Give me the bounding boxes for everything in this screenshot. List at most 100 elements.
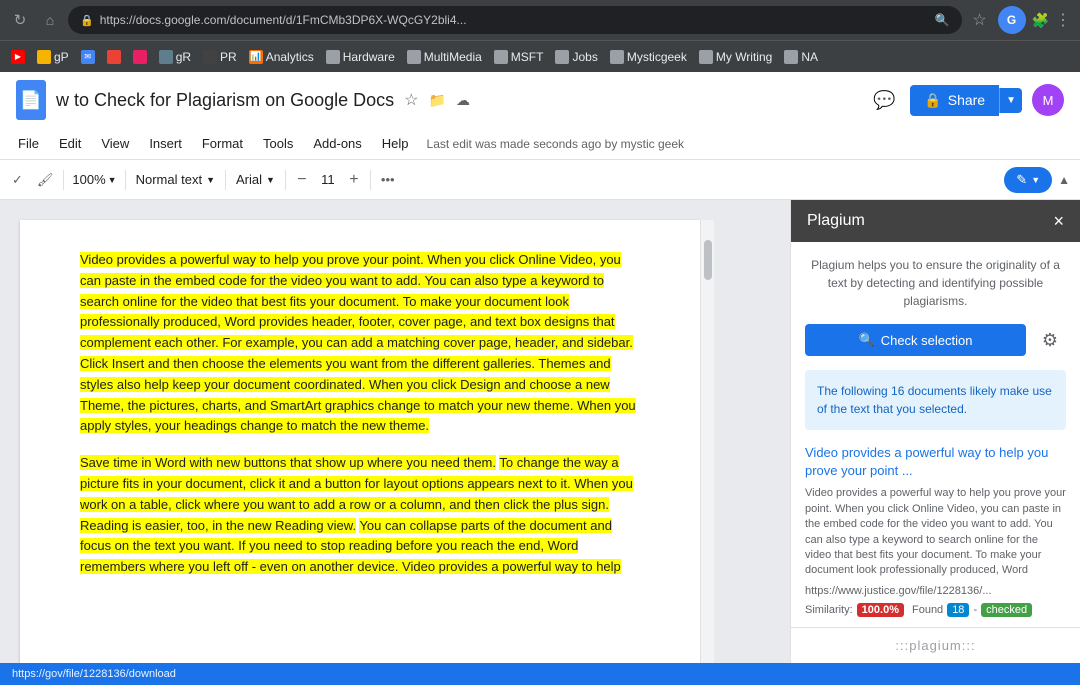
address-url[interactable]: https://docs.google.com/document/d/1FmCM… — [100, 13, 929, 27]
menu-item-format[interactable]: Format — [192, 132, 253, 155]
toolbar-divider-3 — [225, 170, 226, 190]
highlight-text-1: Video provides a powerful way to help yo… — [80, 252, 636, 433]
menu-item-file[interactable]: File — [8, 132, 49, 155]
edit-chevron: ▼ — [1031, 175, 1040, 185]
analytics-label: Analytics — [266, 50, 314, 64]
paint-format-btn[interactable]: 🖌 — [31, 168, 60, 192]
more-options-btn[interactable]: ••• — [375, 168, 401, 191]
bookmark-jobs[interactable]: Jobs — [550, 47, 602, 67]
zoom-selector[interactable]: 100% ▼ — [68, 169, 120, 190]
toolbar-divider-1 — [63, 170, 64, 190]
zoom-chevron: ▼ — [108, 175, 117, 185]
browser-home-btn[interactable]: ⌂ — [38, 8, 62, 32]
spell-check-btn[interactable]: ✓ — [6, 168, 29, 192]
cloud-icon[interactable]: ☁ — [456, 92, 470, 109]
checked-badge: checked — [981, 603, 1032, 617]
page: Video provides a powerful way to help yo… — [20, 220, 700, 663]
scroll-thumb[interactable] — [704, 240, 712, 280]
star-icon[interactable]: ☆ — [404, 90, 418, 110]
address-bar[interactable]: 🔒 https://docs.google.com/document/d/1Fm… — [68, 6, 962, 34]
footer-bar: https://gov/file/1228136/download — [0, 663, 1080, 685]
toolbar-divider-4 — [285, 170, 286, 190]
style-value: Normal text — [136, 172, 202, 187]
check-btn-row: 🔍 Check selection ⚙ — [805, 324, 1066, 356]
bookmark-gp-label: gP — [54, 50, 69, 64]
style-selector[interactable]: Normal text ▼ — [130, 169, 221, 190]
bookmark-msft[interactable]: MSFT — [489, 47, 549, 67]
font-size-increase-btn[interactable]: + — [342, 168, 366, 192]
move-icon[interactable]: 📁 — [429, 92, 446, 109]
panel-body: Plagium helps you to ensure the original… — [791, 242, 1080, 627]
more-btn[interactable]: ⋮ — [1055, 10, 1072, 30]
found-badge: 18 — [947, 603, 969, 617]
share-button[interactable]: 🔒 Share — [910, 85, 999, 116]
lock-icon-share: 🔒 — [924, 92, 941, 109]
doc-header: 📄 w to Check for Plagiarism on Google Do… — [0, 72, 1080, 128]
toolbar-divider-2 — [125, 170, 126, 190]
check-selection-btn[interactable]: 🔍 Check selection — [805, 324, 1026, 356]
text-cursor: remembers where you left off - even on a… — [80, 559, 621, 574]
bookmark-hardware[interactable]: Hardware — [321, 47, 400, 67]
similarity-badge: 100.0% — [857, 603, 904, 617]
profile-avatar[interactable]: G — [998, 6, 1026, 34]
paragraph-2: Save time in Word with new buttons that … — [80, 453, 640, 578]
bookmark-star-btn[interactable]: ☆ — [968, 8, 992, 32]
docs-logo: 📄 — [16, 80, 46, 120]
browser-chrome: ↻ ⌂ 🔒 https://docs.google.com/document/d… — [0, 0, 1080, 40]
result-stats: Similarity: 100.0% Found 18 - checked — [805, 603, 1066, 617]
bookmark-gp[interactable]: gP — [32, 47, 74, 67]
result-item: Video provides a powerful way to help yo… — [805, 444, 1066, 617]
search-icon: 🔍 — [935, 13, 950, 27]
toolbar-divider-5 — [370, 170, 371, 190]
similarity-label: Similarity: — [805, 604, 853, 616]
main-area: Video provides a powerful way to help yo… — [0, 200, 1080, 663]
check-btn-label: Check selection — [881, 333, 973, 348]
extensions-btn[interactable]: 🧩 — [1032, 12, 1049, 29]
plagium-logo: :::plagium::: — [895, 638, 975, 653]
doc-title[interactable]: w to Check for Plagiarism on Google Docs — [56, 90, 394, 111]
document-area[interactable]: Video provides a powerful way to help yo… — [0, 200, 790, 663]
bookmark-gr[interactable]: gR — [154, 47, 196, 67]
user-avatar[interactable]: M — [1032, 84, 1064, 116]
menu-item-insert[interactable]: Insert — [139, 132, 192, 155]
font-size-decrease-btn[interactable]: − — [290, 168, 314, 192]
comment-icon-btn[interactable]: 💬 — [868, 84, 900, 116]
checked-dash: - — [973, 604, 977, 616]
footer-url: https://gov/file/1228136/download — [12, 668, 176, 680]
result-link[interactable]: Video provides a powerful way to help yo… — [805, 444, 1066, 480]
bookmark-google[interactable] — [102, 47, 126, 67]
bookmark-writing[interactable]: My Writing — [694, 47, 777, 67]
highlight-text-2a: Save time in Word with new buttons that … — [80, 455, 496, 470]
result-preview: Video provides a powerful way to help yo… — [805, 486, 1066, 578]
menu-bar: File Edit View Insert Format Tools Add-o… — [0, 128, 1080, 160]
info-box: The following 16 documents likely make u… — [805, 370, 1066, 430]
info-text: The following 16 documents likely make u… — [817, 382, 1054, 418]
bookmark-mail[interactable]: ✉ — [76, 47, 100, 67]
menu-item-view[interactable]: View — [91, 132, 139, 155]
bookmark-youtube[interactable]: ▶ — [6, 47, 30, 67]
font-selector[interactable]: Arial ▼ — [230, 169, 281, 190]
bookmark-pr[interactable]: PR — [198, 47, 242, 67]
last-edit-text: Last edit was made seconds ago by mystic… — [427, 137, 684, 151]
menu-item-addons[interactable]: Add-ons — [303, 132, 371, 155]
bookmark-analytics[interactable]: 📊 Analytics — [244, 47, 319, 67]
browser-reload-btn[interactable]: ↻ — [8, 8, 32, 32]
share-dropdown-btn[interactable]: ▼ — [999, 88, 1022, 113]
settings-btn[interactable]: ⚙ — [1034, 324, 1066, 356]
bookmark-mysticgeek[interactable]: Mysticgeek — [605, 47, 692, 67]
bookmark-multimedia[interactable]: MultiMedia — [402, 47, 487, 67]
menu-item-edit[interactable]: Edit — [49, 132, 91, 155]
panel-close-btn[interactable]: × — [1053, 212, 1064, 230]
bookmark-na[interactable]: NA — [779, 47, 823, 67]
plagium-panel: Plagium × Plagium helps you to ensure th… — [790, 200, 1080, 663]
panel-header: Plagium × — [791, 200, 1080, 242]
edit-pencil-icon: ✎ — [1016, 172, 1027, 188]
doc-scrollbar[interactable] — [700, 220, 714, 663]
collapse-toolbar-btn[interactable]: ▲ — [1054, 169, 1074, 191]
menu-item-help[interactable]: Help — [372, 132, 419, 155]
font-size-display[interactable]: 11 — [316, 170, 340, 189]
edit-mode-btn[interactable]: ✎ ▼ — [1004, 167, 1052, 193]
menu-item-tools[interactable]: Tools — [253, 132, 303, 155]
lock-icon: 🔒 — [80, 14, 94, 27]
bookmark-circle[interactable] — [128, 47, 152, 67]
